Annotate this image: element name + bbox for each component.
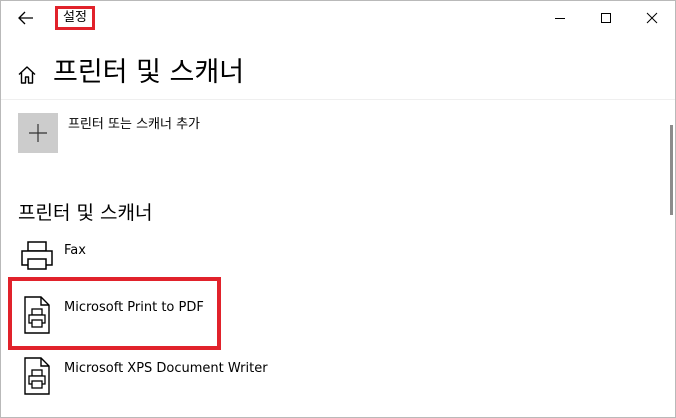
section-title: 프린터 및 스캐너 — [18, 202, 153, 224]
device-item-xps-writer[interactable]: Microsoft XPS Document Writer — [11, 356, 551, 412]
home-icon[interactable] — [17, 65, 37, 85]
minimize-button[interactable] — [537, 1, 583, 35]
maximize-icon — [601, 13, 611, 23]
maximize-button[interactable] — [583, 1, 629, 35]
document-printer-icon — [24, 357, 50, 395]
scrollbar[interactable] — [670, 125, 673, 215]
selection-highlight — [8, 277, 221, 350]
plus-icon — [29, 124, 47, 142]
add-printer-button[interactable] — [18, 113, 58, 153]
add-printer-label[interactable]: 프린터 또는 스캐너 추가 — [68, 116, 200, 134]
app-title: 설정 — [63, 10, 87, 25]
back-arrow-icon — [18, 11, 33, 25]
device-name: Fax — [64, 243, 86, 258]
page-title: 프린터 및 스캐너 — [53, 57, 245, 88]
back-button[interactable] — [9, 5, 43, 33]
close-button[interactable] — [629, 1, 675, 35]
settings-window: 설정 프린터 및 스캐너 프린터 또는 스캐너 추가 프린터 및 스캐너 Fax… — [0, 0, 676, 418]
printer-icon — [21, 241, 53, 270]
app-title-highlight: 설정 — [55, 6, 95, 30]
close-icon — [646, 12, 658, 24]
page-header: 프린터 및 스캐너 — [1, 41, 675, 99]
device-name: Microsoft XPS Document Writer — [64, 361, 268, 376]
minimize-icon — [555, 18, 565, 19]
content-area: 프린터 또는 스캐너 추가 프린터 및 스캐너 Fax Microsoft Pr… — [1, 99, 675, 417]
title-bar: 설정 — [1, 1, 675, 41]
